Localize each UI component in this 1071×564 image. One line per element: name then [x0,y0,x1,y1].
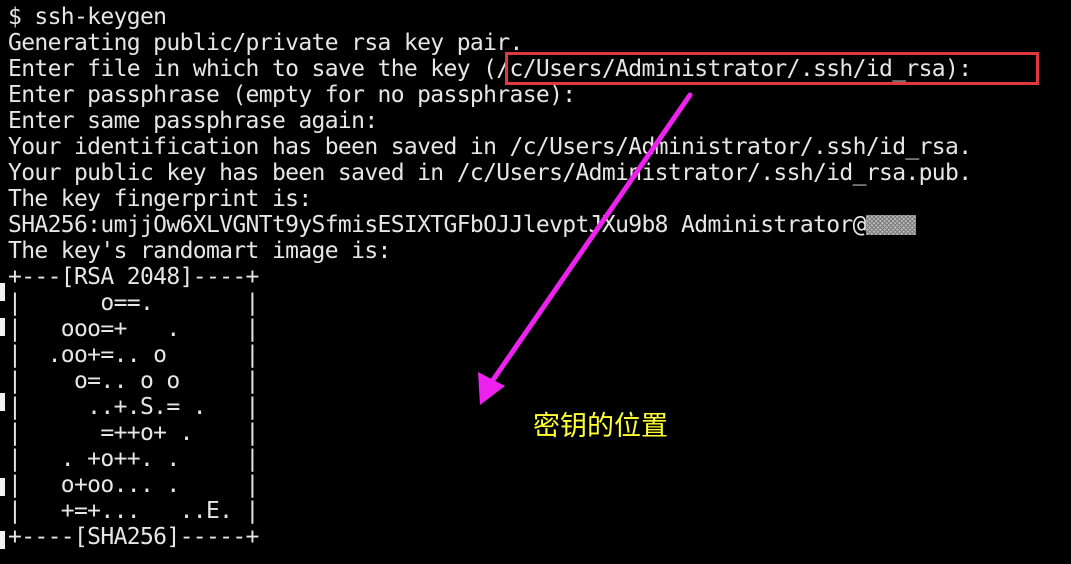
terminal-window[interactable]: $ ssh-keygen Generating public/private r… [0,0,1071,564]
annotation-label: 密钥的位置 [533,411,668,442]
arrow-icon [478,92,693,405]
